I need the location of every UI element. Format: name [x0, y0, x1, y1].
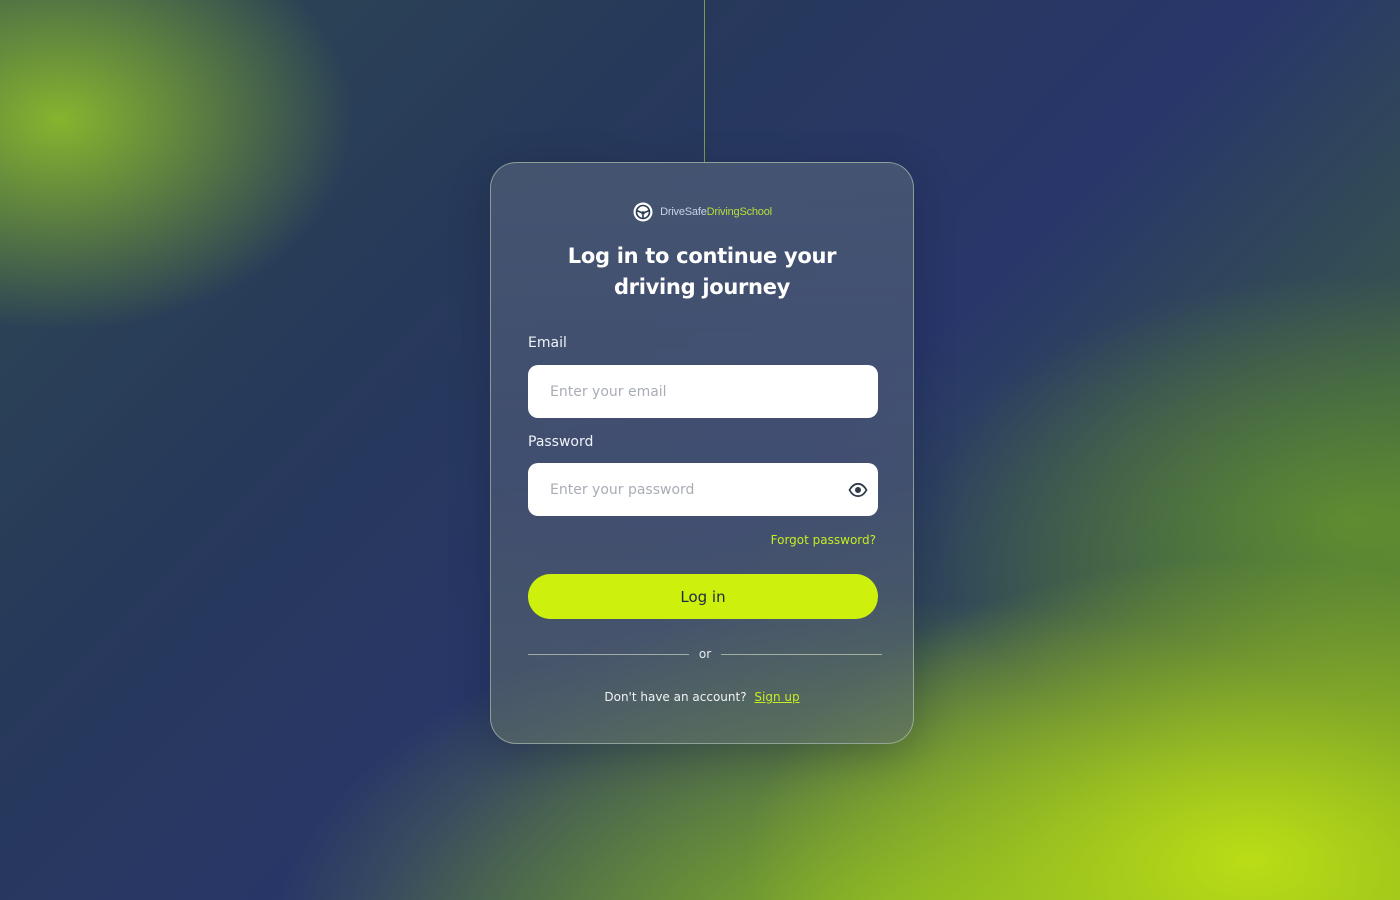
- divider-line-right: [721, 653, 882, 655]
- brand-name-part1: DriveSafe: [660, 206, 707, 218]
- hanging-line-decoration: [704, 0, 705, 162]
- forgot-password-link[interactable]: Forgot password?: [771, 533, 876, 547]
- brand-logo: DriveSafeDrivingSchool: [491, 201, 913, 223]
- signup-row: Don't have an account? Sign up: [491, 690, 913, 704]
- signup-link[interactable]: Sign up: [754, 690, 799, 704]
- login-button[interactable]: Log in: [528, 574, 878, 619]
- steering-wheel-icon: [632, 201, 654, 223]
- email-label: Email: [528, 335, 567, 351]
- signup-prompt: Don't have an account?: [604, 690, 747, 704]
- password-label: Password: [528, 434, 594, 450]
- login-card: DriveSafeDrivingSchool Log in to continu…: [490, 162, 914, 744]
- brand-name-part2: DrivingSchool: [706, 206, 772, 218]
- brand-name: DriveSafeDrivingSchool: [660, 206, 772, 218]
- divider-text: or: [698, 647, 712, 661]
- eye-icon[interactable]: [848, 480, 868, 500]
- page-title-line1: Log in to continue your: [567, 244, 837, 268]
- page-title: Log in to continue your driving journey: [491, 241, 913, 303]
- email-field-container: [528, 365, 878, 418]
- password-field[interactable]: [528, 463, 878, 516]
- or-divider: or: [528, 645, 882, 663]
- page-title-line2: driving journey: [613, 275, 791, 299]
- password-field-container: [528, 463, 878, 516]
- divider-line-left: [528, 653, 689, 655]
- email-field[interactable]: [528, 365, 878, 418]
